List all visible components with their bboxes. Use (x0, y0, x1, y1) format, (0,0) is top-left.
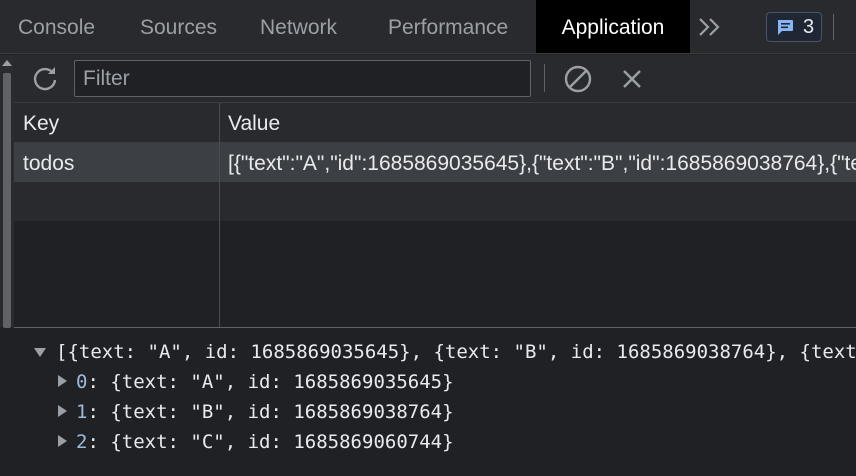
value-preview-pane: [{text: "A", id: 1685869035645}, {text: … (14, 328, 856, 476)
item-value: {text: "C", id: 1685869060744} (110, 431, 454, 453)
issues-badge-button[interactable]: 3 (766, 12, 822, 42)
expand-triangle-icon[interactable] (58, 405, 67, 417)
more-tabs-button[interactable] (697, 12, 723, 42)
row-key: todos (23, 152, 75, 175)
tab-bar-divider (833, 14, 834, 40)
column-header-key[interactable]: Key (14, 103, 219, 143)
item-index: 2 (76, 431, 88, 453)
item-index: 0 (76, 371, 88, 393)
sidebar-scrollbar[interactable] (0, 55, 14, 328)
preview-root-array[interactable]: [{text: "A", id: 1685869035645}, {text: … (56, 341, 856, 363)
table-row-empty (14, 182, 856, 221)
tab-performance[interactable]: Performance (388, 0, 508, 53)
tab-network[interactable]: Network (260, 0, 337, 53)
devtools-tab-bar: Console Sources Network Performance Appl… (0, 0, 856, 54)
storage-toolbar (14, 55, 856, 103)
filter-input[interactable] (74, 60, 531, 97)
message-icon (777, 20, 793, 35)
preview-item[interactable]: 1: {text: "B", id: 1685869038764} (76, 401, 454, 423)
scroll-up-arrow-icon[interactable] (2, 60, 12, 66)
toolbar-divider (544, 64, 545, 92)
expand-triangle-icon[interactable] (58, 375, 67, 387)
block-icon[interactable] (563, 64, 593, 94)
scrollbar-thumb[interactable] (3, 73, 11, 328)
table-row[interactable]: todos [{"text":"A","id":1685869035645},{… (14, 143, 856, 182)
issues-count: 3 (803, 16, 815, 38)
item-value: {text: "B", id: 1685869038764} (110, 401, 454, 423)
local-storage-table: Key Value todos [{"text":"A","id":168586… (14, 103, 856, 327)
close-icon[interactable] (617, 64, 647, 94)
double-chevron-right-icon (699, 18, 720, 36)
item-index: 1 (76, 401, 88, 423)
column-header-value[interactable]: Value (220, 103, 856, 143)
row-value: [{"text":"A","id":1685869035645},{"text"… (228, 152, 856, 175)
item-value: {text: "A", id: 1685869035645} (110, 371, 454, 393)
expand-triangle-icon[interactable] (58, 435, 67, 447)
refresh-icon[interactable] (30, 63, 60, 93)
collapse-triangle-icon[interactable] (34, 348, 46, 357)
tab-sources[interactable]: Sources (140, 0, 217, 53)
preview-item[interactable]: 0: {text: "A", id: 1685869035645} (76, 371, 454, 393)
tab-console[interactable]: Console (18, 0, 95, 53)
preview-item[interactable]: 2: {text: "C", id: 1685869060744} (76, 431, 454, 453)
column-divider[interactable] (219, 103, 220, 327)
tab-application[interactable]: Application (536, 0, 690, 53)
